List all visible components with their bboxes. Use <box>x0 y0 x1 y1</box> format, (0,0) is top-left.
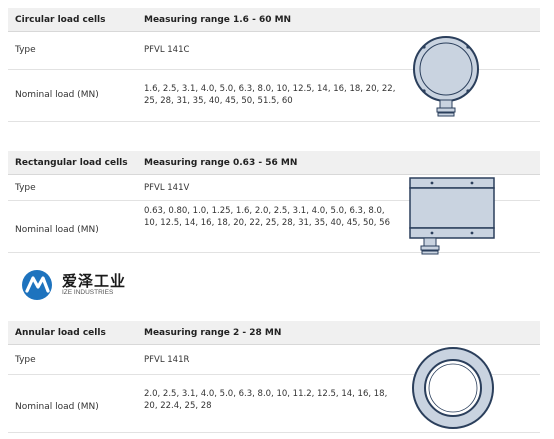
section-title: Circular load cells <box>15 15 106 25</box>
type-label: Type <box>15 355 36 365</box>
type-value: PFVL 141C <box>144 45 190 55</box>
section-title: Rectangular load cells <box>15 158 128 168</box>
load-label: Nominal load (MN) <box>15 225 99 235</box>
type-label: Type <box>15 45 36 55</box>
section-header: Rectangular load cells Measuring range 0… <box>8 151 540 175</box>
type-label: Type <box>15 183 36 193</box>
ize-logo-icon <box>22 270 52 300</box>
load-label: Nominal load (MN) <box>15 402 99 412</box>
logo-english-text: IZE INDUSTRIES <box>62 289 114 296</box>
ize-logo: 爱泽工业 IZE INDUSTRIES <box>20 268 130 302</box>
section-header: Annular load cells Measuring range 2 - 2… <box>8 321 540 345</box>
type-value: PFVL 141R <box>144 355 190 365</box>
measuring-range: Measuring range 1.6 - 60 MN <box>144 15 292 25</box>
section-title: Annular load cells <box>15 328 106 338</box>
load-value: 2.0, 2.5, 3.1, 4.0, 5.0, 6.3, 8.0, 10, 1… <box>144 389 388 411</box>
load-value: 0.63, 0.80, 1.0, 1.25, 1.6, 2.0, 2.5, 3.… <box>144 206 391 228</box>
section-header: Circular load cells Measuring range 1.6 … <box>8 8 540 32</box>
measuring-range: Measuring range 2 - 28 MN <box>144 328 282 338</box>
type-value: PFVL 141V <box>144 183 190 193</box>
rectangular-load-cell-image <box>409 177 495 255</box>
logo-chinese-text: 爱泽工业 <box>62 272 127 290</box>
measuring-range: Measuring range 0.63 - 56 MN <box>144 158 298 168</box>
load-value: 1.6, 2.5, 3.1, 4.0, 5.0, 6.3, 8.0, 10, 1… <box>144 84 396 106</box>
circular-load-cell-image <box>413 36 479 117</box>
load-label: Nominal load (MN) <box>15 90 99 100</box>
annular-load-cell-image <box>412 347 494 429</box>
